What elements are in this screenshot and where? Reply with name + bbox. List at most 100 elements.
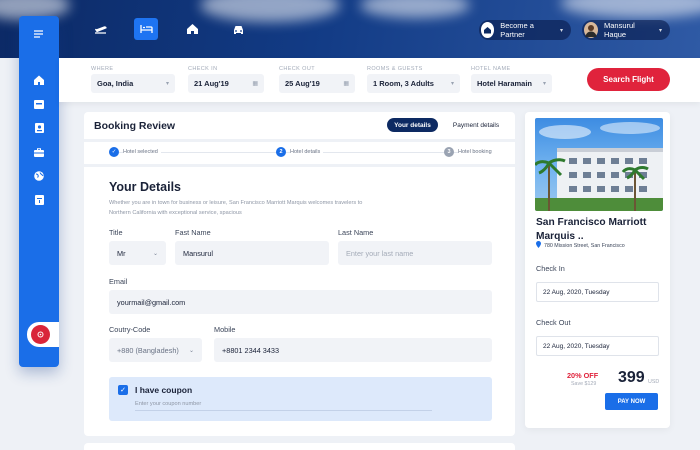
your-details-form: Your Details Whether you are in town for… bbox=[84, 167, 515, 436]
country-code-value: +880 (Bangladesh) bbox=[117, 345, 179, 355]
coupon-box: ✓ I have coupon Enter your coupon number bbox=[109, 377, 492, 421]
booking-header: Booking Review Your details Payment deta… bbox=[84, 112, 515, 139]
country-code-label: Coutry-Code bbox=[109, 325, 151, 334]
briefcase-icon[interactable] bbox=[33, 146, 45, 158]
car-icon[interactable] bbox=[226, 18, 250, 40]
currency: USD bbox=[648, 379, 660, 385]
language-toggle[interactable] bbox=[27, 322, 59, 347]
chevron-down-icon: ▾ bbox=[542, 81, 546, 87]
id-card-icon[interactable] bbox=[33, 122, 45, 134]
discount-badge: 20% OFF bbox=[567, 371, 599, 380]
cloud-decoration bbox=[560, 0, 700, 18]
tab-your-details[interactable]: Your details bbox=[387, 118, 438, 132]
search-flight-button[interactable]: Search Flight bbox=[587, 68, 670, 91]
last-name-input[interactable]: Enter your last name bbox=[338, 241, 492, 265]
coupon-label: I have coupon bbox=[135, 385, 193, 395]
check-in-input[interactable]: 21 Aug'19 ▦ bbox=[188, 74, 264, 93]
rooms-guests-value: 1 Room, 3 Adults bbox=[373, 79, 434, 88]
check-icon: ✓ bbox=[109, 147, 119, 157]
calendar-icon: ▦ bbox=[252, 81, 258, 87]
user-name: Mansurul Haque bbox=[604, 21, 635, 39]
mobile-label: Mobile bbox=[214, 325, 236, 334]
check-out-date[interactable]: 22 Aug, 2020, Tuesday bbox=[536, 336, 659, 356]
home-icon[interactable] bbox=[180, 18, 204, 40]
mobile-input[interactable]: +8801 2344 3433 bbox=[214, 338, 492, 362]
last-name-label: Last Name bbox=[338, 228, 374, 237]
step-hotel-details: 2 Hotel details bbox=[276, 147, 324, 157]
country-code-select[interactable]: +880 (Bangladesh) ⌄ bbox=[109, 338, 202, 362]
check-out-field[interactable]: CHECK OUT 25 Aug'19 ▦ bbox=[279, 66, 355, 93]
where-label: WHERE bbox=[91, 66, 114, 72]
hotel-icon[interactable] bbox=[134, 18, 158, 40]
step-label: Hotel details bbox=[290, 149, 324, 155]
hotel-photo bbox=[535, 118, 663, 211]
where-value: Goa, India bbox=[97, 79, 134, 88]
travel-type-tabs bbox=[88, 18, 250, 40]
chevron-down-icon: ▾ bbox=[165, 81, 169, 87]
check-out-label: CHECK OUT bbox=[279, 66, 315, 72]
step-label: Hotel booking bbox=[458, 149, 492, 155]
rooms-guests-label: ROOMS & GUESTS bbox=[367, 66, 423, 72]
check-out-value: 25 Aug'19 bbox=[285, 79, 320, 88]
top-navbar: Become a Partner ▾ Mansurul Haque ▾ bbox=[0, 0, 700, 58]
rooms-guests-input[interactable]: 1 Room, 3 Adults ▾ bbox=[367, 74, 460, 93]
chevron-down-icon: ⌄ bbox=[152, 250, 158, 257]
form-description: Whether you are in town for business or … bbox=[109, 200, 363, 216]
flight-icon[interactable] bbox=[88, 18, 112, 40]
chevron-down-icon: ⌄ bbox=[188, 347, 194, 354]
menu-icon[interactable] bbox=[33, 28, 45, 40]
hotel-name-value: Hotel Haramain bbox=[477, 79, 533, 88]
avatar bbox=[584, 22, 598, 38]
check-in-label: Check In bbox=[536, 264, 565, 273]
first-name-input[interactable]: Mansurul bbox=[175, 241, 329, 265]
coupon-checkbox[interactable]: ✓ bbox=[118, 385, 128, 395]
page-title: Booking Review bbox=[94, 120, 176, 132]
step-hotel-selected: ✓ Hotel selected bbox=[109, 147, 161, 157]
chevron-down-icon: ▾ bbox=[559, 27, 563, 34]
check-out-input[interactable]: 25 Aug'19 ▦ bbox=[279, 74, 355, 93]
check-in-label: CHECK IN bbox=[188, 66, 218, 72]
check-in-field[interactable]: CHECK IN 21 Aug'19 ▦ bbox=[188, 66, 264, 93]
form-heading: Your Details bbox=[109, 180, 182, 194]
step-number: 3 bbox=[444, 147, 454, 157]
cloud-decoration bbox=[360, 0, 470, 18]
document-icon[interactable] bbox=[33, 194, 45, 206]
where-field[interactable]: WHERE Goa, India ▾ bbox=[91, 66, 175, 93]
pay-now-button[interactable]: PAY NOW bbox=[605, 393, 658, 410]
email-label: Email bbox=[109, 277, 128, 286]
step-number: 2 bbox=[276, 147, 286, 157]
hotel-name-field[interactable]: HOTEL NAME Hotel Haramain ▾ bbox=[471, 66, 552, 93]
address-text: 780 Mission Street, San Francisco bbox=[544, 242, 625, 249]
home-icon[interactable] bbox=[33, 74, 45, 86]
hotel-summary-card: San Francisco Marriott Marquis .. 780 Mi… bbox=[525, 112, 670, 428]
user-menu[interactable]: Mansurul Haque ▾ bbox=[582, 20, 670, 40]
savings-text: Save $129 bbox=[571, 381, 597, 387]
check-in-date[interactable]: 22 Aug, 2020, Tuesday bbox=[536, 282, 659, 302]
check-in-value: 21 Aug'19 bbox=[194, 79, 229, 88]
partner-label: Become a Partner bbox=[500, 21, 534, 39]
price: 399 bbox=[618, 369, 645, 386]
location-pin-icon bbox=[536, 241, 541, 250]
hotel-name-label: HOTEL NAME bbox=[471, 66, 511, 72]
coupon-input[interactable]: Enter your coupon number bbox=[135, 401, 432, 411]
rooms-guests-field[interactable]: ROOMS & GUESTS 1 Room, 3 Adults ▾ bbox=[367, 66, 460, 93]
hotel-name-input[interactable]: Hotel Haramain ▾ bbox=[471, 74, 552, 93]
email-input[interactable]: yourmail@gmail.com bbox=[109, 290, 492, 314]
title-select[interactable]: Mr ⌄ bbox=[109, 241, 166, 265]
check-out-label: Check Out bbox=[536, 318, 571, 327]
sidebar bbox=[19, 16, 59, 367]
tab-payment-details[interactable]: Payment details bbox=[446, 118, 506, 132]
become-partner-button[interactable]: Become a Partner ▾ bbox=[479, 20, 571, 40]
inbox-icon[interactable] bbox=[33, 98, 45, 110]
calendar-icon: ▦ bbox=[343, 81, 349, 87]
step-hotel-booking: 3 Hotel booking bbox=[444, 147, 492, 157]
first-name-label: Fast Name bbox=[175, 228, 211, 237]
next-section-card bbox=[84, 443, 515, 450]
house-icon bbox=[481, 22, 495, 38]
globe-icon[interactable] bbox=[33, 170, 45, 182]
title-value: Mr bbox=[117, 248, 126, 258]
hotel-address: 780 Mission Street, San Francisco bbox=[536, 241, 625, 250]
title-label: Title bbox=[109, 228, 123, 237]
chevron-down-icon: ▾ bbox=[658, 27, 662, 34]
where-input[interactable]: Goa, India ▾ bbox=[91, 74, 175, 93]
